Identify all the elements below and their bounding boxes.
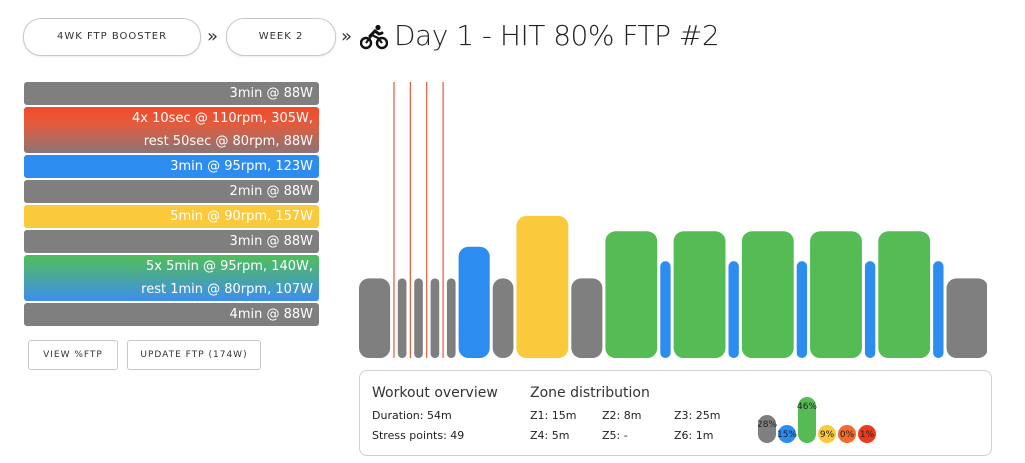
workout-step-text: 4x 10sec @ 110rpm, 305W, (132, 111, 313, 126)
overview-stress: Stress points: 49 (372, 429, 465, 442)
workout-step-text: 5x 5min @ 95rpm, 140W, (145, 259, 313, 274)
zone-bar-label: 9% (820, 430, 835, 440)
workout-block (446, 278, 456, 358)
workout-block (414, 278, 423, 358)
view-ftp-label: VIEW %FTP (43, 350, 103, 360)
view-ftp-button[interactable]: VIEW %FTP (28, 340, 118, 370)
workout-step-text: 3min @ 95rpm, 123W (170, 159, 313, 174)
workout-step-text: 5min @ 90rpm, 157W (170, 209, 313, 224)
workout-block (810, 231, 862, 358)
zone-z5-label: Z5: - (602, 429, 628, 442)
workout-overview-panel: Workout overview Duration: 54m Stress po… (359, 370, 992, 456)
workout-step: 3min @ 95rpm, 123W (24, 155, 319, 178)
zone-bar-label: 28% (758, 420, 777, 430)
workout-step: 5min @ 90rpm, 157W (24, 205, 319, 228)
zone-distribution-heading: Zone distribution (530, 385, 650, 401)
workout-step-text: 3min @ 88W (229, 86, 313, 101)
zone-z3-label: Z3: 25m (674, 409, 721, 422)
workout-block (933, 261, 944, 358)
zone-z1-label: Z1: 15m (530, 409, 577, 422)
workout-block (660, 261, 671, 358)
zone-distribution-chart: 28%15% 46% 9% 0% 1% (758, 397, 876, 443)
workout-block (492, 278, 514, 358)
workout-step: 4min @ 88W (24, 303, 319, 326)
workout-step: 3min @ 88W (24, 230, 319, 253)
workout-block (516, 215, 569, 358)
zone-bar-label: 46% (797, 402, 817, 412)
workout-block (605, 231, 658, 358)
workout-step: 3min @ 88W (24, 82, 319, 105)
zone-bar-label: 0% (840, 430, 855, 440)
zone-z6-label: Z6: 1m (674, 429, 714, 442)
workout-step: 4x 10sec @ 110rpm, 305W, rest 50sec @ 80r… (24, 107, 319, 153)
update-ftp-button[interactable]: UPDATE FTP (174W) (127, 340, 261, 370)
breadcrumb-week-label: WEEK 2 (258, 31, 304, 42)
zone-z4-label: Z4: 5m (530, 429, 570, 442)
zone-bar-label: 15% (777, 430, 797, 440)
workout-step-text: 4min @ 88W (229, 307, 313, 322)
workout-block (796, 261, 808, 358)
cyclist-icon (360, 24, 388, 50)
workout-step-text: rest 50sec @ 80rpm, 88W (143, 134, 313, 149)
workout-step: 2min @ 88W (24, 180, 319, 203)
workout-block (946, 278, 987, 358)
overview-heading: Workout overview (372, 385, 498, 401)
workout-block (571, 278, 603, 358)
zone-bar-label: 1% (860, 430, 875, 440)
workout-block (864, 261, 876, 358)
workout-block (359, 278, 391, 358)
breadcrumb-program[interactable]: 4WK FTP BOOSTER (23, 18, 201, 56)
zone-z2-label: Z2: 8m (602, 409, 642, 422)
workout-block (728, 261, 739, 358)
breadcrumb-separator: » (341, 26, 353, 47)
workout-block (673, 231, 726, 358)
workout-step-text: 3min @ 88W (229, 234, 313, 249)
workout-steps-list: 3min @ 88W 4x 10sec @ 110rpm, 305W, rest 5… (24, 82, 319, 328)
breadcrumb-separator: » (207, 26, 219, 47)
workout-block (741, 231, 794, 358)
workout-title: Day 1 - HIT 80% FTP #2 (394, 19, 720, 52)
workout-block (878, 231, 931, 358)
overview-duration: Duration: 54m (372, 409, 452, 422)
workout-step-text: rest 1min @ 80rpm, 107W (141, 282, 313, 297)
update-ftp-label: UPDATE FTP (174W) (140, 350, 248, 360)
workout-block (430, 278, 440, 358)
workout-block (397, 278, 407, 358)
workout-step: 5x 5min @ 95rpm, 140W, rest 1min @ 80rpm,… (24, 255, 319, 301)
workout-block (458, 246, 490, 358)
breadcrumb-week[interactable]: WEEK 2 (226, 18, 336, 56)
breadcrumb-program-label: 4WK FTP BOOSTER (56, 31, 168, 42)
workout-profile-chart (359, 82, 987, 358)
workout-step-text: 2min @ 88W (229, 184, 313, 199)
